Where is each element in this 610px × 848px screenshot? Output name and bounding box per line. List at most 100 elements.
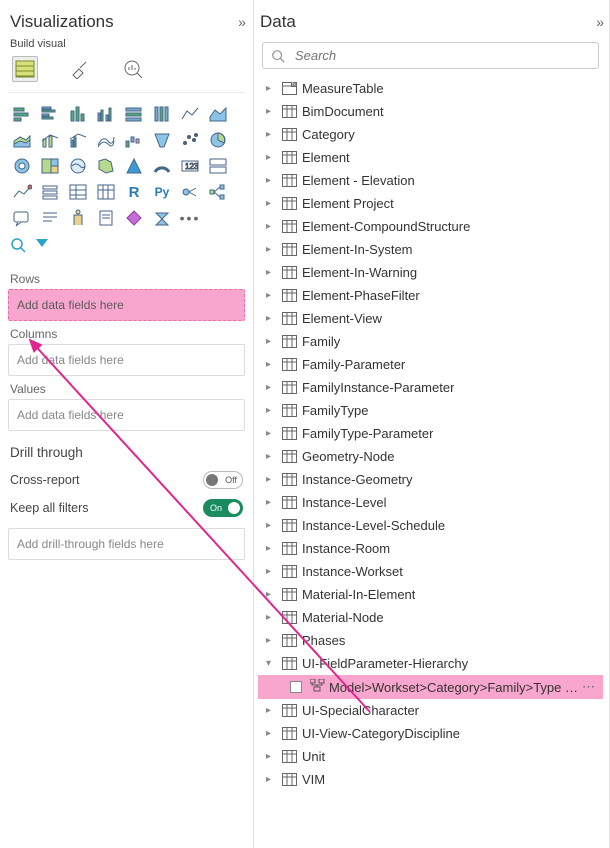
viz-stacked-bar[interactable] bbox=[10, 103, 34, 125]
viz-pie[interactable] bbox=[206, 129, 230, 151]
expand-caret-icon[interactable]: ▸ bbox=[266, 520, 278, 531]
table-row[interactable]: ▸Element-In-System bbox=[258, 238, 603, 261]
cross-report-toggle[interactable]: Off bbox=[203, 471, 243, 489]
viz-multi-row-card[interactable] bbox=[206, 155, 230, 177]
keep-filters-toggle[interactable]: On bbox=[203, 499, 243, 517]
table-row[interactable]: ▸FamilyInstance-Parameter bbox=[258, 376, 603, 399]
table-row[interactable]: ▸Family bbox=[258, 330, 603, 353]
expand-caret-icon[interactable]: ▸ bbox=[266, 267, 278, 278]
expand-caret-icon[interactable]: ▸ bbox=[266, 106, 278, 117]
viz-map[interactable] bbox=[66, 155, 90, 177]
table-row[interactable]: ▸Material-In-Element bbox=[258, 583, 603, 606]
viz-filled-map[interactable] bbox=[94, 155, 118, 177]
expand-caret-icon[interactable]: ▸ bbox=[266, 612, 278, 623]
viz-ribbon[interactable] bbox=[94, 129, 118, 151]
expand-caret-icon[interactable]: ▸ bbox=[266, 198, 278, 209]
table-row[interactable]: ▸Material-Node bbox=[258, 606, 603, 629]
rows-field-well[interactable]: Add data fields here bbox=[8, 289, 245, 321]
table-row[interactable]: ▸FamilyType bbox=[258, 399, 603, 422]
viz-stacked-column[interactable] bbox=[66, 103, 90, 125]
analytics-mode-button[interactable] bbox=[120, 56, 146, 82]
viz-azure-map[interactable] bbox=[122, 155, 146, 177]
viz-treemap[interactable] bbox=[38, 155, 62, 177]
search-viz-icon[interactable] bbox=[10, 237, 26, 256]
table-row[interactable]: ▸BimDocument bbox=[258, 100, 603, 123]
viz-waterfall[interactable] bbox=[122, 129, 146, 151]
table-row[interactable]: ▾UI-FieldParameter-Hierarchy bbox=[258, 652, 603, 675]
viz-100-stacked-column[interactable] bbox=[150, 103, 174, 125]
table-row[interactable]: ▸Instance-Room bbox=[258, 537, 603, 560]
expand-caret-icon[interactable]: ▸ bbox=[266, 129, 278, 140]
table-row[interactable]: ▸Instance-Level bbox=[258, 491, 603, 514]
viz-donut[interactable] bbox=[10, 155, 34, 177]
viz-line-clustered-column[interactable] bbox=[66, 129, 90, 151]
expand-caret-icon[interactable]: ▸ bbox=[266, 290, 278, 301]
expand-caret-icon[interactable]: ▾ bbox=[266, 658, 278, 669]
viz-gauge[interactable] bbox=[150, 155, 174, 177]
viz-stacked-area[interactable] bbox=[10, 129, 34, 151]
viz-area[interactable] bbox=[206, 103, 230, 125]
viz-goals[interactable] bbox=[66, 207, 90, 229]
expand-caret-icon[interactable]: ▸ bbox=[266, 566, 278, 577]
more-options-icon[interactable]: ⋯ bbox=[582, 679, 599, 695]
table-row[interactable]: ▸Family-Parameter bbox=[258, 353, 603, 376]
viz-card[interactable]: 123 bbox=[178, 155, 202, 177]
table-row[interactable]: ▸Instance-Level-Schedule bbox=[258, 514, 603, 537]
columns-field-well[interactable]: Add data fields here bbox=[8, 344, 245, 376]
viz-funnel[interactable] bbox=[150, 129, 174, 151]
viz-key-influencers[interactable] bbox=[178, 181, 202, 203]
expand-caret-icon[interactable]: ▸ bbox=[266, 428, 278, 439]
table-row[interactable]: ▸UI-View-CategoryDiscipline bbox=[258, 722, 603, 745]
table-row[interactable]: ▸Element-View bbox=[258, 307, 603, 330]
data-search-box[interactable] bbox=[262, 42, 599, 69]
viz-decomposition-tree[interactable] bbox=[206, 181, 230, 203]
drill-through-field-well[interactable]: Add drill-through fields here bbox=[8, 528, 245, 560]
table-row[interactable]: ▸VIM bbox=[258, 768, 603, 791]
hierarchy-row[interactable]: Model>Workset>Category>Family>Type …⋯ bbox=[258, 675, 603, 699]
viz-scatter[interactable] bbox=[178, 129, 202, 151]
viz-power-apps[interactable] bbox=[122, 207, 146, 229]
expand-caret-icon[interactable]: ▸ bbox=[266, 175, 278, 186]
expand-caret-icon[interactable]: ▸ bbox=[266, 221, 278, 232]
expand-caret-icon[interactable]: ▸ bbox=[266, 152, 278, 163]
viz-line-stacked-column[interactable] bbox=[38, 129, 62, 151]
viz-power-automate[interactable] bbox=[150, 207, 174, 229]
table-row[interactable]: ▸Element-In-Warning bbox=[258, 261, 603, 284]
expand-caret-icon[interactable]: ▸ bbox=[266, 705, 278, 716]
expand-caret-icon[interactable]: ▸ bbox=[266, 405, 278, 416]
viz-clustered-column[interactable] bbox=[94, 103, 118, 125]
expand-caret-icon[interactable]: ▸ bbox=[266, 751, 278, 762]
table-row[interactable]: ▸Category bbox=[258, 123, 603, 146]
table-row[interactable]: ▸fxMeasureTable bbox=[258, 77, 603, 100]
fields-mode-button[interactable] bbox=[12, 56, 38, 82]
expand-caret-icon[interactable]: ▸ bbox=[266, 543, 278, 554]
expand-caret-icon[interactable]: ▸ bbox=[266, 244, 278, 255]
expand-caret-icon[interactable]: ▸ bbox=[266, 83, 278, 94]
collapse-viz-icon[interactable]: » bbox=[238, 14, 243, 30]
table-row[interactable]: ▸UI-SpecialCharacter bbox=[258, 699, 603, 722]
table-row[interactable]: ▸Instance-Workset bbox=[258, 560, 603, 583]
table-row[interactable]: ▸Instance-Geometry bbox=[258, 468, 603, 491]
expand-caret-icon[interactable]: ▸ bbox=[266, 359, 278, 370]
table-row[interactable]: ▸Geometry-Node bbox=[258, 445, 603, 468]
table-row[interactable]: ▸Element bbox=[258, 146, 603, 169]
viz-clustered-bar[interactable] bbox=[38, 103, 62, 125]
viz-r-script[interactable]: R bbox=[122, 181, 146, 203]
table-row[interactable]: ▸Element-CompoundStructure bbox=[258, 215, 603, 238]
expand-caret-icon[interactable]: ▸ bbox=[266, 382, 278, 393]
collapse-data-icon[interactable]: » bbox=[596, 14, 601, 30]
format-mode-button[interactable] bbox=[66, 56, 92, 82]
table-row[interactable]: ▸Element-PhaseFilter bbox=[258, 284, 603, 307]
viz-paginated-report[interactable] bbox=[94, 207, 118, 229]
table-row[interactable]: ▸Unit bbox=[258, 745, 603, 768]
expand-caret-icon[interactable]: ▸ bbox=[266, 474, 278, 485]
table-row[interactable]: ▸Element - Elevation bbox=[258, 169, 603, 192]
filter-viz-icon[interactable] bbox=[34, 237, 50, 256]
viz-matrix[interactable] bbox=[94, 181, 118, 203]
values-field-well[interactable]: Add data fields here bbox=[8, 399, 245, 431]
viz-table[interactable] bbox=[66, 181, 90, 203]
expand-caret-icon[interactable]: ▸ bbox=[266, 451, 278, 462]
viz-more[interactable]: ••• bbox=[178, 207, 202, 229]
expand-caret-icon[interactable]: ▸ bbox=[266, 728, 278, 739]
expand-caret-icon[interactable]: ▸ bbox=[266, 336, 278, 347]
